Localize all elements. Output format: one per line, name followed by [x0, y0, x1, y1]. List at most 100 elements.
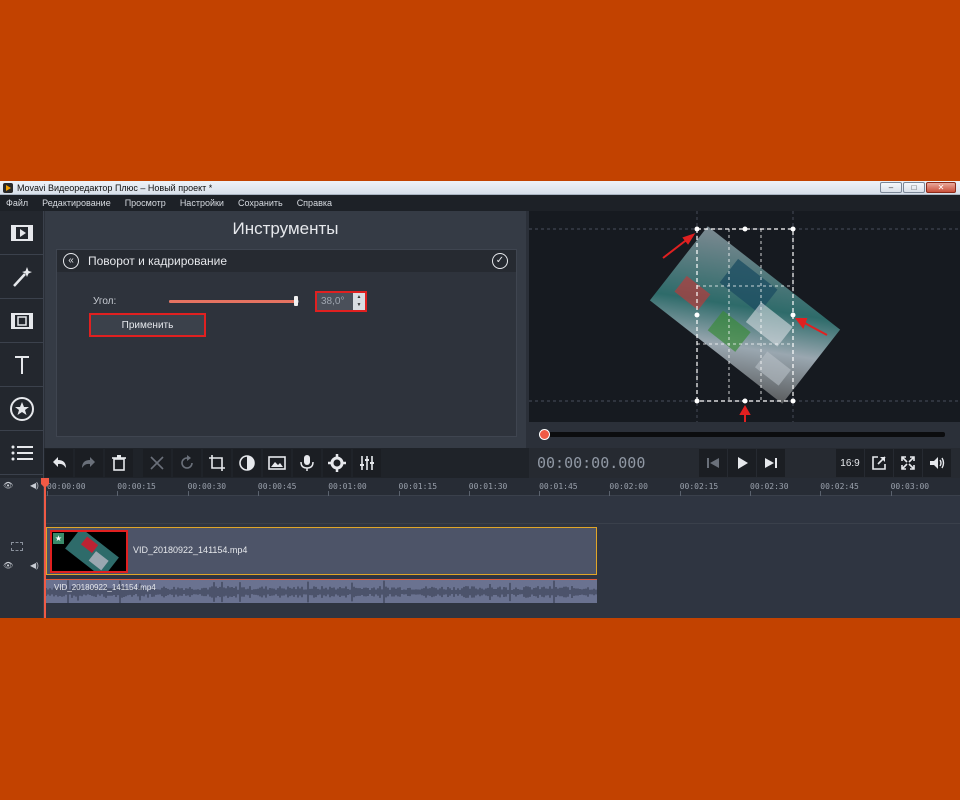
rotate-button[interactable]: [173, 449, 201, 477]
menu-view[interactable]: Просмотр: [125, 198, 166, 208]
detach-player-button[interactable]: [865, 449, 893, 477]
image-button[interactable]: [263, 449, 291, 477]
seek-thumb[interactable]: [539, 429, 550, 440]
ruler-tick: [609, 491, 611, 496]
ruler-tick-label: 00:01:15: [398, 482, 438, 491]
tools-title: Инструменты: [232, 219, 339, 238]
video-clip[interactable]: ★ VID_20180922_141154.mp4: [46, 527, 597, 575]
rail-import-button[interactable]: [0, 211, 44, 255]
ruler-tick: [47, 491, 48, 496]
speaker-icon: [930, 457, 945, 469]
back-icon[interactable]: «: [63, 253, 79, 269]
angle-row: Угол: 38,0° ▲ ▼: [93, 290, 367, 312]
speaker-icon[interactable]: ◀): [30, 481, 39, 490]
ruler-tick: [187, 491, 189, 496]
angle-slider[interactable]: [169, 295, 299, 307]
tools-panel: Инструменты « Поворот и кадрирование ✓ У…: [45, 211, 526, 451]
timeline[interactable]: 👁 ◀) 👁 ◀) 00:00:00 00:00:15 00:00:30 00:00:…: [0, 478, 960, 618]
aspect-ratio-button[interactable]: 16:9: [836, 449, 864, 477]
app-logo-icon: [3, 182, 13, 193]
edit-toolbar: [44, 448, 529, 478]
ruler-tick-label: 00:00:30: [187, 482, 227, 491]
gear-icon: [328, 454, 346, 472]
menu-settings[interactable]: Настройки: [180, 198, 224, 208]
spin-down-icon[interactable]: ▼: [357, 302, 362, 308]
rail-transitions-button[interactable]: [0, 299, 44, 343]
delete-button[interactable]: [105, 449, 133, 477]
window-title: Movavi Видеоредактор Плюс – Новый проект…: [17, 182, 213, 193]
ruler-tick: [750, 491, 751, 496]
title-bar: Movavi Видеоредактор Плюс – Новый проект…: [0, 181, 960, 195]
magic-wand-icon: [13, 266, 32, 287]
ruler-tick-label: 00:02:45: [820, 482, 859, 491]
fullscreen-icon: [901, 456, 915, 470]
check-icon[interactable]: ✓: [492, 253, 508, 269]
seek-track[interactable]: [543, 432, 945, 437]
audio-properties-button[interactable]: [353, 449, 381, 477]
track-divider: [44, 523, 960, 524]
maximize-button[interactable]: □: [903, 182, 925, 193]
menu-edit[interactable]: Редактирование: [42, 198, 111, 208]
skip-back-icon: [707, 458, 719, 468]
play-icon: [738, 457, 748, 469]
menu-save[interactable]: Сохранить: [238, 198, 283, 208]
editor-window: Movavi Видеоредактор Плюс – Новый проект…: [0, 181, 960, 618]
film-strip-icon: [11, 224, 33, 241]
preview-area[interactable]: [529, 211, 960, 422]
ruler-tick: [468, 491, 470, 496]
crop-button[interactable]: [203, 449, 231, 477]
rotate-crop-tool: « Поворот и кадрирование ✓ Угол: 38,0° ▲…: [56, 249, 517, 437]
menu-bar: Файл Редактирование Просмотр Настройки С…: [0, 195, 960, 211]
angle-input[interactable]: 38,0° ▲ ▼: [315, 290, 367, 312]
previous-frame-button[interactable]: [699, 449, 727, 477]
star-badge-icon: [10, 396, 34, 421]
video-track-icon: [11, 542, 23, 551]
time-ruler[interactable]: 00:00:00 00:00:15 00:00:30 00:00:45 00:01:00…: [44, 478, 960, 496]
tool-rail: [0, 211, 44, 481]
fullscreen-button[interactable]: [894, 449, 922, 477]
crop-icon: [209, 455, 225, 471]
ruler-tick-label: 00:01:30: [468, 482, 508, 491]
rail-stickers-button[interactable]: [0, 387, 44, 431]
redo-button[interactable]: [75, 449, 103, 477]
image-icon: [268, 456, 286, 470]
audio-clip[interactable]: VID_20180922_141154.mp4: [46, 579, 597, 604]
cut-button[interactable]: [143, 449, 171, 477]
next-frame-button[interactable]: [757, 449, 785, 477]
timecode-display: 00:00:00.000: [537, 454, 646, 472]
eye-icon[interactable]: 👁: [3, 561, 13, 570]
rotate-icon: [181, 455, 193, 469]
eye-icon[interactable]: 👁: [3, 481, 13, 490]
color-adjust-button[interactable]: [233, 449, 261, 477]
angle-spinner[interactable]: ▲ ▼: [353, 292, 365, 310]
play-button[interactable]: [728, 449, 756, 477]
rail-filters-button[interactable]: [0, 255, 44, 299]
ruler-tick: [257, 491, 259, 496]
track-header: 👁 ◀) 👁 ◀): [0, 478, 44, 618]
close-button[interactable]: ✕: [926, 182, 956, 193]
ruler-tick-label: 00:02:15: [679, 482, 719, 491]
angle-value: 38,0°: [321, 295, 345, 307]
star-icon: ★: [53, 533, 64, 544]
undo-icon: [53, 457, 66, 468]
clip-properties-button[interactable]: [323, 449, 351, 477]
record-voice-button[interactable]: [293, 449, 321, 477]
minimize-button[interactable]: –: [880, 182, 902, 193]
ruler-tick-label: 00:00:15: [117, 482, 156, 491]
ruler-tick-label: 00:01:00: [328, 482, 367, 491]
contrast-icon: [239, 455, 255, 471]
rotated-video-frame: [649, 226, 841, 404]
rail-titles-button[interactable]: [0, 343, 44, 387]
speaker-icon[interactable]: ◀): [30, 561, 39, 570]
menu-help[interactable]: Справка: [297, 198, 332, 208]
spin-up-icon[interactable]: ▲: [357, 294, 362, 300]
apply-button[interactable]: Применить: [89, 313, 206, 337]
undo-button[interactable]: [45, 449, 73, 477]
playhead[interactable]: [44, 478, 46, 618]
ruler-tick-label: 00:00:00: [47, 482, 86, 491]
menu-file[interactable]: Файл: [6, 198, 28, 208]
rail-more-button[interactable]: [0, 431, 44, 475]
volume-button[interactable]: [923, 449, 951, 477]
preview-seek-bar[interactable]: [529, 422, 960, 448]
slider-thumb[interactable]: [294, 296, 299, 306]
